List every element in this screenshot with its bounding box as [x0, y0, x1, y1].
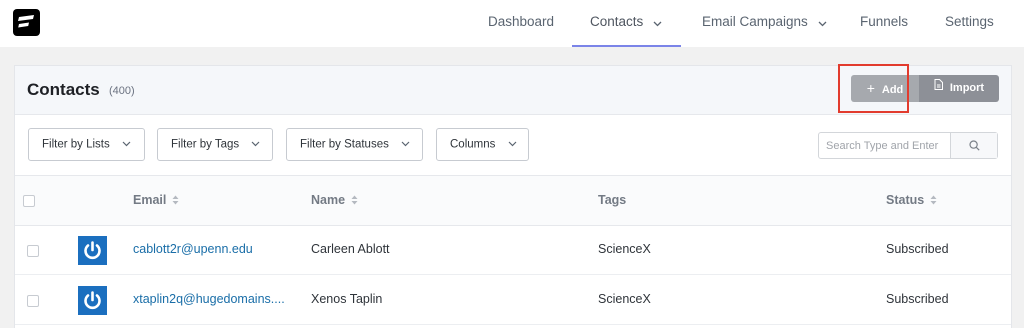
contact-email-link[interactable]: cablott2r@upenn.edu — [133, 242, 253, 256]
avatar — [78, 286, 107, 315]
search-button[interactable] — [950, 133, 997, 158]
columns-label: Columns — [450, 138, 496, 151]
chevron-down-icon — [251, 129, 260, 160]
document-icon — [934, 74, 943, 101]
nav-contacts-label: Contacts — [590, 14, 644, 29]
column-name-label: Name — [311, 193, 346, 207]
contact-tags: ScienceX — [598, 292, 651, 306]
search-box — [818, 132, 998, 159]
avatar — [78, 236, 107, 265]
page-title: Contacts — [27, 80, 100, 99]
sort-icon[interactable] — [351, 194, 358, 208]
chevron-down-icon — [122, 129, 131, 160]
column-status-label: Status — [886, 193, 925, 207]
highlight-box — [838, 64, 909, 113]
power-icon — [84, 291, 101, 310]
nav-email-campaigns[interactable]: Email Campaigns — [702, 0, 827, 47]
filter-by-lists-label: Filter by Lists — [42, 138, 110, 151]
nav-contacts[interactable]: Contacts — [572, 0, 681, 47]
filter-by-statuses-label: Filter by Statuses — [300, 138, 389, 151]
filter-by-lists-dropdown[interactable]: Filter by Lists — [28, 128, 145, 161]
select-all-checkbox[interactable] — [23, 195, 35, 207]
search-icon — [969, 140, 980, 151]
contact-status: Subscribed — [886, 292, 949, 306]
panel-header: Contacts (400) + Add Import — [15, 64, 1011, 115]
column-email-header[interactable]: Email — [133, 193, 179, 208]
column-status-header[interactable]: Status — [886, 193, 937, 208]
app-logo-icon[interactable] — [13, 9, 40, 36]
sort-icon[interactable] — [172, 194, 179, 208]
import-button-label: Import — [949, 82, 985, 94]
contact-name: Xenos Taplin — [311, 292, 383, 306]
top-bar: Dashboard Contacts Email Campaigns Funne… — [0, 0, 1024, 47]
chevron-down-icon — [818, 1, 827, 44]
nav-funnels-label: Funnels — [860, 14, 909, 29]
chevron-down-icon — [401, 129, 410, 160]
contact-email-link[interactable]: xtaplin2q@hugedomains.... — [133, 292, 285, 306]
nav-dashboard[interactable]: Dashboard — [488, 0, 554, 47]
import-button[interactable]: Import — [919, 75, 999, 102]
table-header: Email Name Tags Status — [15, 175, 1011, 226]
row-checkbox[interactable] — [27, 245, 39, 257]
chevron-down-icon — [653, 1, 662, 44]
contacts-panel: Contacts (400) + Add Import Filter by Lis… — [14, 64, 1012, 328]
filter-by-tags-label: Filter by Tags — [171, 138, 240, 151]
columns-dropdown[interactable]: Columns — [436, 128, 529, 161]
column-tags-header: Tags — [598, 193, 626, 207]
filter-by-statuses-dropdown[interactable]: Filter by Statuses — [286, 128, 423, 161]
column-name-header[interactable]: Name — [311, 193, 358, 208]
nav-settings-label: Settings — [945, 14, 994, 29]
contact-name: Carleen Ablott — [311, 242, 390, 256]
contacts-count: (400) — [109, 85, 135, 97]
sort-icon[interactable] — [930, 194, 937, 208]
nav-settings[interactable]: Settings — [945, 0, 994, 47]
nav-funnels[interactable]: Funnels — [860, 0, 908, 47]
search-input[interactable] — [819, 133, 950, 158]
table-row[interactable]: xtaplin2q@hugedomains.... Xenos Taplin S… — [15, 276, 1011, 325]
power-icon — [84, 241, 101, 260]
contact-status: Subscribed — [886, 242, 949, 256]
chevron-down-icon — [508, 129, 517, 160]
nav-email-campaigns-label: Email Campaigns — [702, 14, 808, 29]
filter-by-tags-dropdown[interactable]: Filter by Tags — [157, 128, 273, 161]
table-row[interactable]: cablott2r@upenn.edu Carleen Ablott Scien… — [15, 226, 1011, 275]
column-tags-label: Tags — [598, 193, 627, 207]
contact-tags: ScienceX — [598, 242, 651, 256]
nav-dashboard-label: Dashboard — [488, 14, 555, 29]
column-email-label: Email — [133, 193, 167, 207]
row-checkbox[interactable] — [27, 295, 39, 307]
